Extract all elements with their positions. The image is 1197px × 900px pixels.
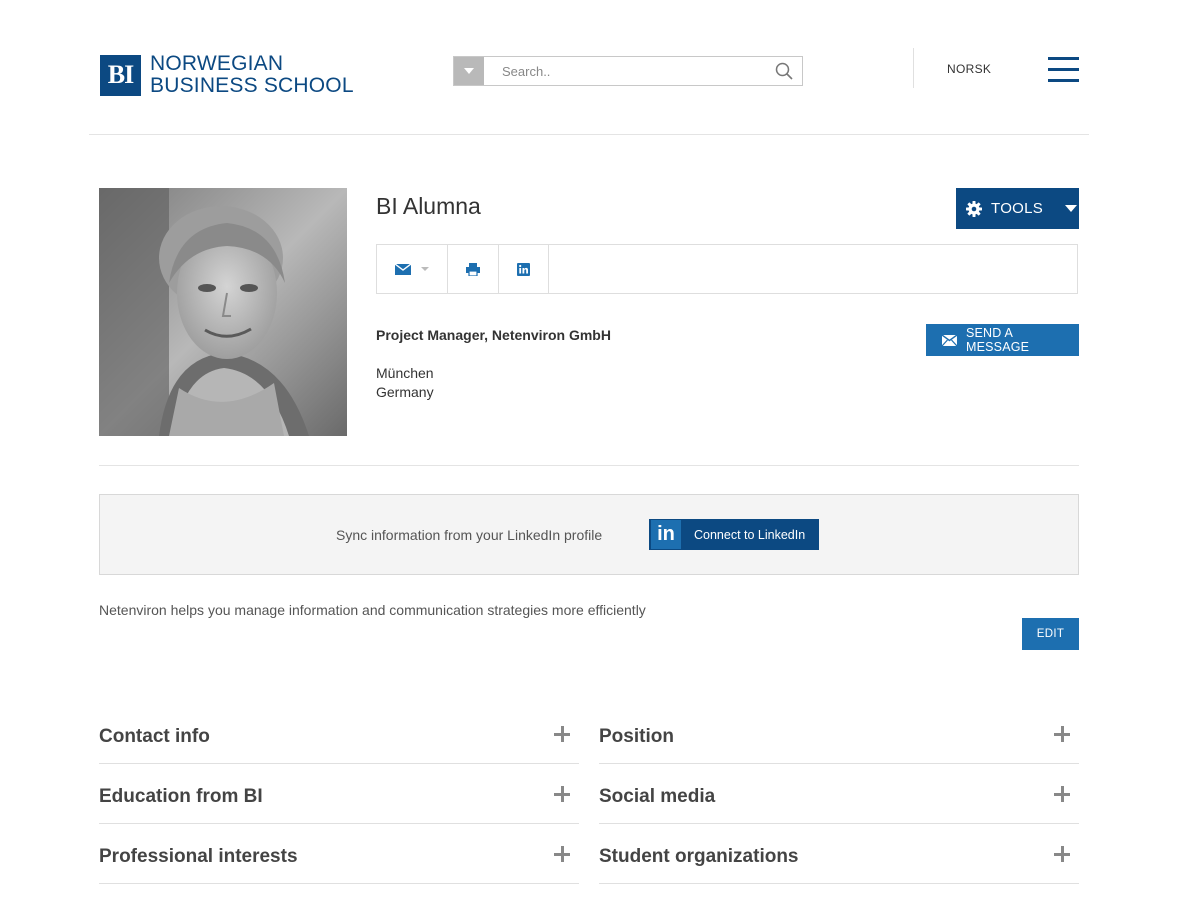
header-divider-line	[89, 134, 1089, 135]
accordion-title: Education from BI	[99, 786, 263, 807]
accordion-title: Position	[599, 726, 674, 747]
chevron-down-icon	[464, 68, 474, 74]
linkedin-sync-panel: Sync information from your LinkedIn prof…	[99, 494, 1079, 575]
search-button[interactable]	[766, 57, 802, 85]
search-bar	[453, 56, 803, 86]
accordion-education[interactable]: Education from BI	[99, 764, 579, 824]
profile-name: BI Alumna	[376, 193, 481, 219]
accordion-contact-info[interactable]: Contact info	[99, 704, 579, 764]
menu-button[interactable]	[1048, 57, 1079, 82]
tools-dropdown-button[interactable]: TOOLS	[956, 188, 1079, 229]
share-email-button[interactable]	[377, 245, 448, 293]
linkedin-sync-text: Sync information from your LinkedIn prof…	[336, 527, 603, 543]
profile-photo	[99, 188, 347, 436]
accordion-title: Professional interests	[99, 846, 298, 867]
job-title: Project Manager, Netenviron GmbH	[376, 327, 611, 343]
gear-icon	[966, 200, 982, 217]
envelope-icon	[395, 263, 411, 275]
plus-icon	[1054, 786, 1070, 802]
section-divider	[99, 465, 1079, 466]
site-header: BI NORWEGIAN BUSINESS SCHOOL NORSK	[0, 0, 1197, 135]
language-switch-link[interactable]: NORSK	[947, 62, 991, 76]
accordion-student-organizations[interactable]: Student organizations	[599, 824, 1079, 884]
connect-linkedin-label: Connect to LinkedIn	[694, 527, 806, 542]
header-divider	[913, 48, 914, 88]
envelope-icon	[942, 334, 957, 346]
plus-icon	[1054, 726, 1070, 742]
linkedin-icon: in	[651, 520, 681, 549]
printer-icon	[466, 262, 480, 276]
accordion-title: Social media	[599, 786, 716, 807]
share-linkedin-button[interactable]	[499, 245, 549, 293]
hamburger-icon-bar	[1048, 68, 1079, 71]
linkedin-icon	[517, 262, 530, 276]
logo-line-2: BUSINESS SCHOOL	[150, 74, 354, 97]
edit-button[interactable]: EDIT	[1022, 618, 1079, 650]
location-city: München	[376, 365, 434, 381]
connect-linkedin-button[interactable]: in Connect to LinkedIn	[649, 519, 819, 550]
accordion-position[interactable]: Position	[599, 704, 1079, 764]
print-button[interactable]	[448, 245, 499, 293]
logo-wordmark: NORWEGIAN BUSINESS SCHOOL	[150, 53, 354, 97]
logo-mark: BI	[100, 54, 141, 96]
plus-icon	[554, 846, 570, 862]
send-message-button[interactable]: SEND A MESSAGE	[926, 324, 1079, 356]
hamburger-icon-bar	[1048, 79, 1079, 82]
about-text: Netenviron helps you manage information …	[99, 602, 646, 618]
location-country: Germany	[376, 384, 434, 400]
accordion-professional-interests[interactable]: Professional interests	[99, 824, 579, 884]
send-message-label: SEND A MESSAGE	[965, 326, 1030, 354]
search-input[interactable]	[484, 57, 766, 85]
search-icon	[775, 62, 793, 80]
plus-icon	[554, 726, 570, 742]
accordion-title: Student organizations	[599, 846, 799, 867]
school-logo[interactable]: BI NORWEGIAN BUSINESS SCHOOL	[100, 53, 354, 97]
accordion-title: Contact info	[99, 726, 210, 747]
plus-icon	[1054, 846, 1070, 862]
chevron-down-icon	[421, 267, 429, 271]
share-toolbar	[376, 244, 1078, 294]
tools-label: TOOLS	[991, 200, 1044, 217]
accordion-social-media[interactable]: Social media	[599, 764, 1079, 824]
search-scope-dropdown[interactable]	[454, 57, 484, 85]
hamburger-icon-bar	[1048, 57, 1079, 60]
chevron-down-icon	[1065, 205, 1078, 212]
logo-line-1: NORWEGIAN	[150, 52, 284, 75]
portrait-image	[99, 188, 347, 436]
plus-icon	[554, 786, 570, 802]
